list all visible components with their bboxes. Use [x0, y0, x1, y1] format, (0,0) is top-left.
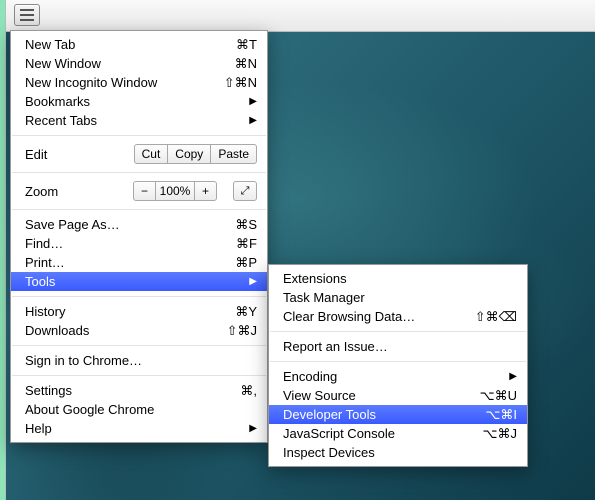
- menu-tools[interactable]: Tools ▶: [11, 272, 267, 291]
- submenu-clear-browsing-data[interactable]: Clear Browsing Data… ⇧⌘⌫: [269, 307, 527, 326]
- menu-downloads[interactable]: Downloads ⇧⌘J: [11, 321, 267, 340]
- submenu-extensions[interactable]: Extensions: [269, 269, 527, 288]
- menu-edit-row: Edit Cut Copy Paste: [11, 141, 267, 167]
- submenu-report-issue[interactable]: Report an Issue…: [269, 337, 527, 356]
- menu-label: Recent Tabs: [25, 113, 249, 128]
- menu-label: New Tab: [25, 37, 236, 52]
- cut-button[interactable]: Cut: [134, 144, 169, 164]
- window-left-edge: [0, 0, 6, 500]
- menu-new-window[interactable]: New Window ⌘N: [11, 54, 267, 73]
- menu-zoom-label: Zoom: [25, 184, 127, 199]
- menu-about[interactable]: About Google Chrome: [11, 400, 267, 419]
- menu-separator: [12, 375, 266, 376]
- menu-label: Tools: [25, 274, 249, 289]
- menu-print[interactable]: Print… ⌘P: [11, 253, 267, 272]
- paste-button[interactable]: Paste: [210, 144, 257, 164]
- menu-signin[interactable]: Sign in to Chrome…: [11, 351, 267, 370]
- menu-history[interactable]: History ⌘Y: [11, 302, 267, 321]
- menu-recent-tabs[interactable]: Recent Tabs ▶: [11, 111, 267, 130]
- fullscreen-icon: ⤢: [241, 185, 250, 198]
- menu-shortcut: ⌥⌘U: [480, 388, 517, 404]
- menu-separator: [12, 296, 266, 297]
- hamburger-icon: [20, 9, 34, 11]
- menu-label: History: [25, 304, 235, 319]
- menu-label: Inspect Devices: [283, 445, 517, 460]
- menu-label: New Window: [25, 56, 235, 71]
- menu-label: Encoding: [283, 369, 509, 384]
- menu-new-tab[interactable]: New Tab ⌘T: [11, 35, 267, 54]
- tools-submenu: Extensions Task Manager Clear Browsing D…: [268, 264, 528, 467]
- menu-label: Bookmarks: [25, 94, 249, 109]
- menu-separator: [270, 361, 526, 362]
- menu-label: Help: [25, 421, 249, 436]
- submenu-inspect-devices[interactable]: Inspect Devices: [269, 443, 527, 462]
- menu-save-page[interactable]: Save Page As… ⌘S: [11, 215, 267, 234]
- submenu-arrow-icon: ▶: [509, 371, 517, 382]
- menu-shortcut: ⌘S: [235, 217, 257, 233]
- menu-separator: [12, 172, 266, 173]
- menu-separator: [12, 209, 266, 210]
- submenu-javascript-console[interactable]: JavaScript Console ⌥⌘J: [269, 424, 527, 443]
- menu-shortcut: ⌥⌘J: [483, 426, 517, 442]
- menu-label: Sign in to Chrome…: [25, 353, 257, 368]
- menu-label: Downloads: [25, 323, 227, 338]
- menu-label: Print…: [25, 255, 235, 270]
- menu-label: JavaScript Console: [283, 426, 483, 441]
- submenu-developer-tools[interactable]: Developer Tools ⌥⌘I: [269, 405, 527, 424]
- menu-shortcut: ⌘F: [236, 236, 257, 252]
- menu-label: View Source: [283, 388, 480, 403]
- submenu-arrow-icon: ▶: [249, 96, 257, 107]
- menu-label: Developer Tools: [283, 407, 485, 422]
- menu-separator: [12, 135, 266, 136]
- zoom-button-group: − 100% +: [133, 181, 217, 201]
- edit-button-group: Cut Copy Paste: [134, 144, 257, 164]
- zoom-in-button[interactable]: +: [194, 181, 217, 201]
- menu-shortcut: ⇧⌘N: [224, 75, 257, 91]
- menu-shortcut: ⌘T: [236, 37, 257, 53]
- copy-button[interactable]: Copy: [167, 144, 211, 164]
- menu-zoom-row: Zoom − 100% + ⤢: [11, 178, 267, 204]
- menu-find[interactable]: Find… ⌘F: [11, 234, 267, 253]
- menu-settings[interactable]: Settings ⌘,: [11, 381, 267, 400]
- menu-edit-label: Edit: [25, 147, 128, 162]
- menu-new-incognito[interactable]: New Incognito Window ⇧⌘N: [11, 73, 267, 92]
- menu-label: Settings: [25, 383, 240, 398]
- submenu-encoding[interactable]: Encoding ▶: [269, 367, 527, 386]
- menu-label: Clear Browsing Data…: [283, 309, 475, 324]
- menu-label: Save Page As…: [25, 217, 235, 232]
- menu-bookmarks[interactable]: Bookmarks ▶: [11, 92, 267, 111]
- menu-label: New Incognito Window: [25, 75, 224, 90]
- menu-separator: [270, 331, 526, 332]
- menu-shortcut: ⌘P: [235, 255, 257, 271]
- submenu-arrow-icon: ▶: [249, 276, 257, 287]
- submenu-view-source[interactable]: View Source ⌥⌘U: [269, 386, 527, 405]
- chrome-main-menu: New Tab ⌘T New Window ⌘N New Incognito W…: [10, 30, 268, 443]
- menu-separator: [12, 345, 266, 346]
- menu-label: About Google Chrome: [25, 402, 257, 417]
- menu-label: Extensions: [283, 271, 517, 286]
- menu-shortcut: ⌥⌘I: [485, 407, 517, 423]
- menu-shortcut: ⌘Y: [235, 304, 257, 320]
- chrome-menu-button[interactable]: [14, 4, 40, 26]
- submenu-arrow-icon: ▶: [249, 423, 257, 434]
- submenu-task-manager[interactable]: Task Manager: [269, 288, 527, 307]
- menu-label: Find…: [25, 236, 236, 251]
- fullscreen-button[interactable]: ⤢: [233, 181, 257, 201]
- browser-toolbar: [6, 0, 595, 32]
- menu-shortcut: ⇧⌘J: [227, 323, 257, 339]
- zoom-level: 100%: [155, 181, 195, 201]
- menu-label: Report an Issue…: [283, 339, 517, 354]
- zoom-out-button[interactable]: −: [133, 181, 156, 201]
- menu-shortcut: ⇧⌘⌫: [475, 309, 517, 325]
- submenu-arrow-icon: ▶: [249, 115, 257, 126]
- menu-shortcut: ⌘,: [240, 383, 257, 399]
- menu-label: Task Manager: [283, 290, 517, 305]
- menu-help[interactable]: Help ▶: [11, 419, 267, 438]
- menu-shortcut: ⌘N: [235, 56, 257, 72]
